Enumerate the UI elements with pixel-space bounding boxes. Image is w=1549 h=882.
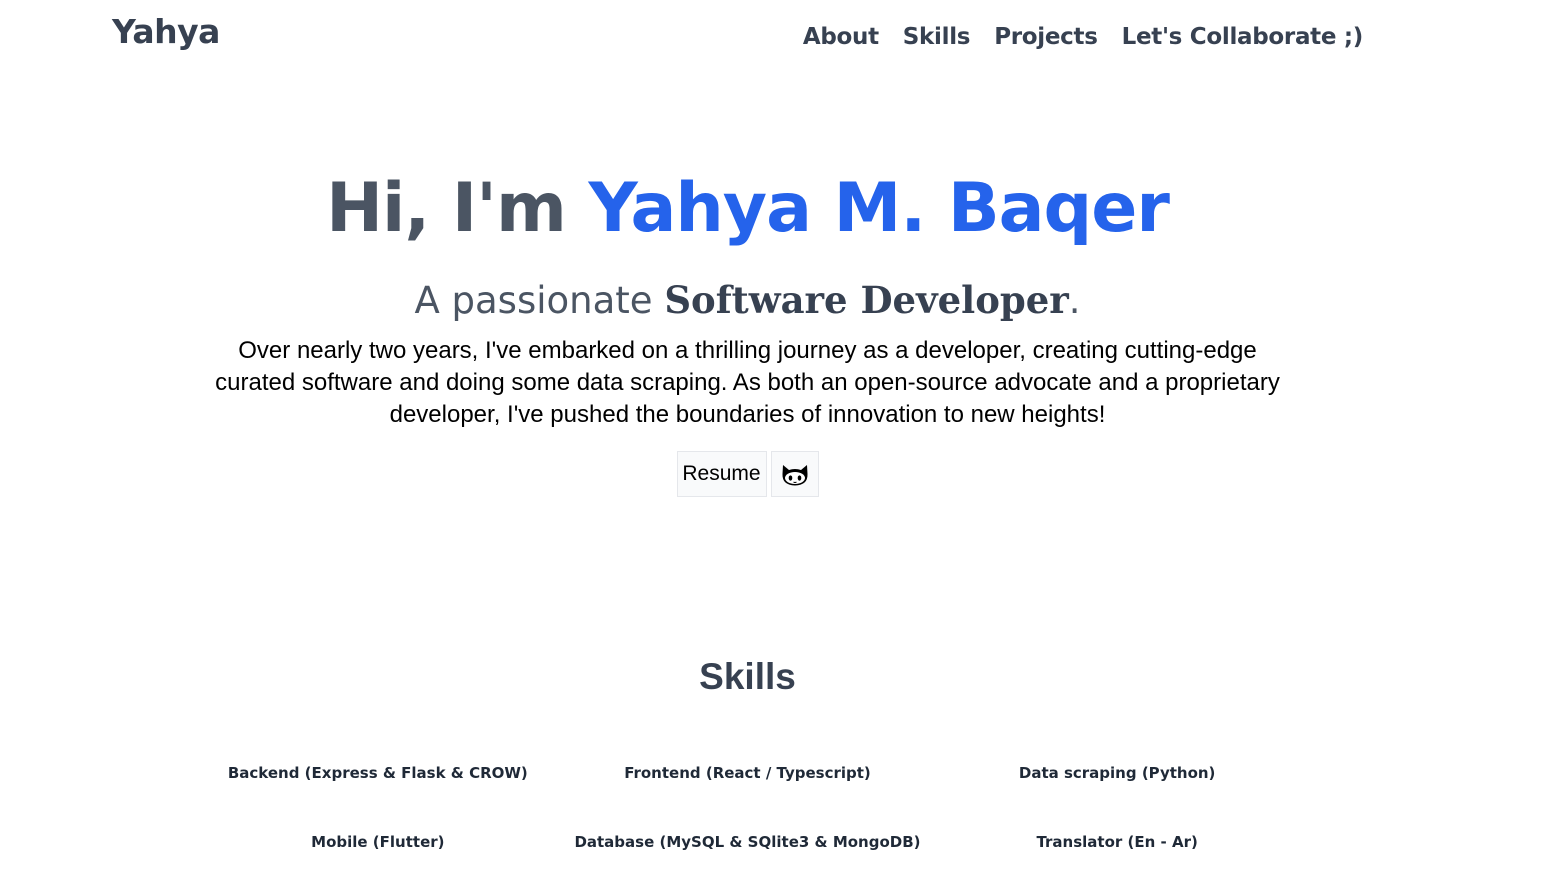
nav-link-skills[interactable]: Skills: [903, 24, 971, 50]
github-icon: [781, 465, 808, 486]
skill-item: Translator (En - Ar): [1036, 833, 1198, 851]
hero-title: Hi, I'm Yahya M. Baqer: [0, 166, 1495, 252]
hero-section: Hi, I'm Yahya M. Baqer A passionate Soft…: [0, 166, 1495, 497]
skill-item: Database (MySQL & SQlite3 & MongoDB): [574, 833, 921, 851]
skills-heading: Skills: [699, 656, 796, 697]
skill-item: Mobile (Flutter): [311, 833, 445, 851]
skill-item: Data scraping (Python): [1018, 764, 1216, 782]
hero-subtitle: A passionate Software Developer.: [0, 278, 1495, 323]
subtitle-role: Software Developer: [664, 278, 1069, 322]
hero-name: Yahya M. Baqer: [588, 169, 1169, 248]
nav-link-projects[interactable]: Projects: [994, 24, 1098, 50]
hero-greeting: Hi, I'm: [326, 169, 567, 248]
skills-grid: Backend (Express & Flask & CROW) Fronten…: [193, 762, 1302, 854]
subtitle-suffix: .: [1068, 279, 1081, 322]
hero-intro: Over nearly two years, I've embarked on …: [215, 337, 1280, 428]
skill-item: Frontend (React / Typescript): [624, 764, 871, 782]
github-button[interactable]: [770, 451, 819, 497]
skill-item: Backend (Express & Flask & CROW): [227, 764, 528, 782]
hero-actions: Resume: [0, 451, 1495, 497]
brand-logo[interactable]: Yahya: [112, 12, 220, 51]
resume-button[interactable]: Resume: [676, 451, 767, 497]
nav-link-collaborate[interactable]: Let's Collaborate ;): [1122, 24, 1364, 50]
main-nav: About Skills Projects Let's Collaborate …: [803, 24, 1363, 50]
nav-link-about[interactable]: About: [803, 24, 879, 50]
subtitle-prefix: A passionate: [414, 279, 653, 322]
